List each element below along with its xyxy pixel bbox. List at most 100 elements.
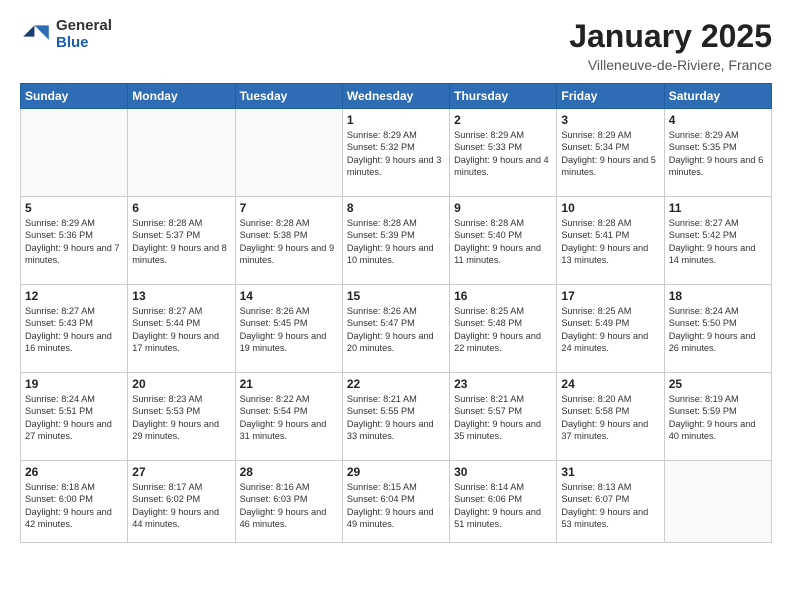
weekday-header: Friday bbox=[557, 84, 664, 109]
calendar-cell: 29 Sunrise: 8:15 AM Sunset: 6:04 PM Dayli… bbox=[342, 461, 449, 543]
calendar-cell: 18 Sunrise: 8:24 AM Sunset: 5:50 PM Dayli… bbox=[664, 285, 771, 373]
calendar-cell: 19 Sunrise: 8:24 AM Sunset: 5:51 PM Dayli… bbox=[21, 373, 128, 461]
day-number: 5 bbox=[25, 201, 123, 215]
day-number: 30 bbox=[454, 465, 552, 479]
calendar-cell: 24Sunrise: 8:20 AM Sunset: 5:58 PM Dayli… bbox=[557, 373, 664, 461]
cell-info: Sunrise: 8:27 AM Sunset: 5:42 PM Dayligh… bbox=[669, 217, 767, 267]
cell-info: Sunrise: 8:24 AM Sunset: 5:50 PM Dayligh… bbox=[669, 305, 767, 355]
day-number: 20 bbox=[132, 377, 230, 391]
cell-info: Sunrise: 8:20 AM Sunset: 5:58 PM Dayligh… bbox=[561, 393, 659, 443]
calendar-week-row: 26 Sunrise: 8:18 AM Sunset: 6:00 PM Dayli… bbox=[21, 461, 772, 543]
cell-info: Sunrise: 8:17 AM Sunset: 6:02 PM Dayligh… bbox=[132, 481, 230, 531]
cell-info: Sunrise: 8:28 AM Sunset: 5:37 PM Dayligh… bbox=[132, 217, 230, 267]
day-number: 10 bbox=[561, 201, 659, 215]
calendar-cell bbox=[128, 109, 235, 197]
day-number: 16 bbox=[454, 289, 552, 303]
cell-info: Sunrise: 8:18 AM Sunset: 6:00 PM Dayligh… bbox=[25, 481, 123, 531]
calendar-week-row: 5 Sunrise: 8:29 AM Sunset: 5:36 PM Daylig… bbox=[21, 197, 772, 285]
cell-info: Sunrise: 8:15 AM Sunset: 6:04 PM Dayligh… bbox=[347, 481, 445, 531]
calendar-cell: 8 Sunrise: 8:28 AM Sunset: 5:39 PM Daylig… bbox=[342, 197, 449, 285]
calendar-cell: 16 Sunrise: 8:25 AM Sunset: 5:48 PM Dayli… bbox=[450, 285, 557, 373]
cell-info: Sunrise: 8:25 AM Sunset: 5:48 PM Dayligh… bbox=[454, 305, 552, 355]
day-number: 7 bbox=[240, 201, 338, 215]
cell-info: Sunrise: 8:24 AM Sunset: 5:51 PM Dayligh… bbox=[25, 393, 123, 443]
weekday-header: Saturday bbox=[664, 84, 771, 109]
calendar-cell: 13 Sunrise: 8:27 AM Sunset: 5:44 PM Dayli… bbox=[128, 285, 235, 373]
calendar-cell bbox=[664, 461, 771, 543]
calendar-cell: 28Sunrise: 8:16 AM Sunset: 6:03 PM Dayli… bbox=[235, 461, 342, 543]
month-title: January 2025 bbox=[569, 18, 772, 55]
weekday-header: Monday bbox=[128, 84, 235, 109]
calendar-cell: 4 Sunrise: 8:29 AM Sunset: 5:35 PM Daylig… bbox=[664, 109, 771, 197]
calendar-cell: 11 Sunrise: 8:27 AM Sunset: 5:42 PM Dayli… bbox=[664, 197, 771, 285]
weekday-header: Sunday bbox=[21, 84, 128, 109]
cell-info: Sunrise: 8:29 AM Sunset: 5:36 PM Dayligh… bbox=[25, 217, 123, 267]
cell-info: Sunrise: 8:28 AM Sunset: 5:40 PM Dayligh… bbox=[454, 217, 552, 267]
location: Villeneuve-de-Riviere, France bbox=[569, 57, 772, 73]
calendar-cell: 1Sunrise: 8:29 AM Sunset: 5:32 PM Daylig… bbox=[342, 109, 449, 197]
day-number: 11 bbox=[669, 201, 767, 215]
cell-info: Sunrise: 8:23 AM Sunset: 5:53 PM Dayligh… bbox=[132, 393, 230, 443]
calendar-cell: 10 Sunrise: 8:28 AM Sunset: 5:41 PM Dayli… bbox=[557, 197, 664, 285]
day-number: 31 bbox=[561, 465, 659, 479]
cell-info: Sunrise: 8:13 AM Sunset: 6:07 PM Dayligh… bbox=[561, 481, 659, 531]
calendar-cell: 30 Sunrise: 8:14 AM Sunset: 6:06 PM Dayli… bbox=[450, 461, 557, 543]
logo-general: General bbox=[56, 18, 112, 35]
calendar-cell: 21 Sunrise: 8:22 AM Sunset: 5:54 PM Dayli… bbox=[235, 373, 342, 461]
cell-info: Sunrise: 8:26 AM Sunset: 5:47 PM Dayligh… bbox=[347, 305, 445, 355]
day-number: 3 bbox=[561, 113, 659, 127]
cell-info: Sunrise: 8:29 AM Sunset: 5:35 PM Dayligh… bbox=[669, 129, 767, 179]
cell-info: Sunrise: 8:29 AM Sunset: 5:33 PM Dayligh… bbox=[454, 129, 552, 179]
logo-icon bbox=[20, 19, 52, 51]
calendar-cell: 5 Sunrise: 8:29 AM Sunset: 5:36 PM Daylig… bbox=[21, 197, 128, 285]
calendar-week-row: 19 Sunrise: 8:24 AM Sunset: 5:51 PM Dayli… bbox=[21, 373, 772, 461]
day-number: 9 bbox=[454, 201, 552, 215]
calendar-cell: 14 Sunrise: 8:26 AM Sunset: 5:45 PM Dayli… bbox=[235, 285, 342, 373]
calendar-cell: 9 Sunrise: 8:28 AM Sunset: 5:40 PM Daylig… bbox=[450, 197, 557, 285]
day-number: 12 bbox=[25, 289, 123, 303]
day-number: 25 bbox=[669, 377, 767, 391]
day-number: 8 bbox=[347, 201, 445, 215]
day-number: 22 bbox=[347, 377, 445, 391]
cell-info: Sunrise: 8:14 AM Sunset: 6:06 PM Dayligh… bbox=[454, 481, 552, 531]
calendar-cell bbox=[21, 109, 128, 197]
calendar-cell: 22Sunrise: 8:21 AM Sunset: 5:55 PM Dayli… bbox=[342, 373, 449, 461]
calendar-cell: 26 Sunrise: 8:18 AM Sunset: 6:00 PM Dayli… bbox=[21, 461, 128, 543]
cell-info: Sunrise: 8:28 AM Sunset: 5:38 PM Dayligh… bbox=[240, 217, 338, 267]
calendar-cell: 2Sunrise: 8:29 AM Sunset: 5:33 PM Daylig… bbox=[450, 109, 557, 197]
day-number: 13 bbox=[132, 289, 230, 303]
title-block: January 2025 Villeneuve-de-Riviere, Fran… bbox=[569, 18, 772, 73]
calendar-cell: 3Sunrise: 8:29 AM Sunset: 5:34 PM Daylig… bbox=[557, 109, 664, 197]
day-number: 6 bbox=[132, 201, 230, 215]
calendar-week-row: 12Sunrise: 8:27 AM Sunset: 5:43 PM Dayli… bbox=[21, 285, 772, 373]
cell-info: Sunrise: 8:28 AM Sunset: 5:41 PM Dayligh… bbox=[561, 217, 659, 267]
weekday-header: Wednesday bbox=[342, 84, 449, 109]
cell-info: Sunrise: 8:21 AM Sunset: 5:57 PM Dayligh… bbox=[454, 393, 552, 443]
page: General Blue January 2025 Villeneuve-de-… bbox=[0, 0, 792, 612]
day-number: 29 bbox=[347, 465, 445, 479]
cell-info: Sunrise: 8:26 AM Sunset: 5:45 PM Dayligh… bbox=[240, 305, 338, 355]
header: General Blue January 2025 Villeneuve-de-… bbox=[20, 18, 772, 73]
calendar-week-row: 1Sunrise: 8:29 AM Sunset: 5:32 PM Daylig… bbox=[21, 109, 772, 197]
day-number: 14 bbox=[240, 289, 338, 303]
day-number: 27 bbox=[132, 465, 230, 479]
weekday-header: Thursday bbox=[450, 84, 557, 109]
calendar-cell: 23Sunrise: 8:21 AM Sunset: 5:57 PM Dayli… bbox=[450, 373, 557, 461]
calendar-cell bbox=[235, 109, 342, 197]
day-number: 19 bbox=[25, 377, 123, 391]
day-number: 17 bbox=[561, 289, 659, 303]
logo: General Blue bbox=[20, 18, 112, 51]
day-number: 21 bbox=[240, 377, 338, 391]
calendar-cell: 17Sunrise: 8:25 AM Sunset: 5:49 PM Dayli… bbox=[557, 285, 664, 373]
logo-blue: Blue bbox=[56, 35, 112, 52]
day-number: 28 bbox=[240, 465, 338, 479]
cell-info: Sunrise: 8:22 AM Sunset: 5:54 PM Dayligh… bbox=[240, 393, 338, 443]
cell-info: Sunrise: 8:29 AM Sunset: 5:32 PM Dayligh… bbox=[347, 129, 445, 179]
day-number: 26 bbox=[25, 465, 123, 479]
calendar-cell: 15Sunrise: 8:26 AM Sunset: 5:47 PM Dayli… bbox=[342, 285, 449, 373]
cell-info: Sunrise: 8:27 AM Sunset: 5:44 PM Dayligh… bbox=[132, 305, 230, 355]
day-number: 4 bbox=[669, 113, 767, 127]
calendar-cell: 12Sunrise: 8:27 AM Sunset: 5:43 PM Dayli… bbox=[21, 285, 128, 373]
day-number: 18 bbox=[669, 289, 767, 303]
cell-info: Sunrise: 8:28 AM Sunset: 5:39 PM Dayligh… bbox=[347, 217, 445, 267]
